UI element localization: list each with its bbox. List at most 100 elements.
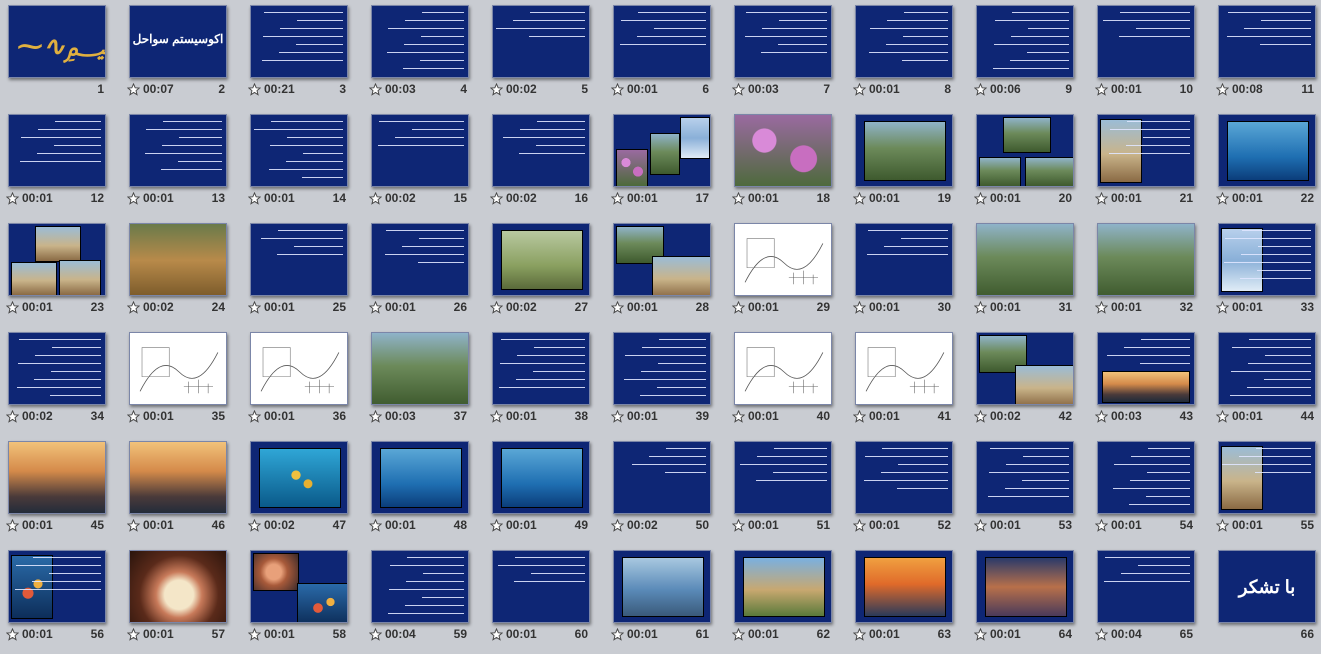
slide-preview[interactable] [1218,114,1316,187]
slide-thumbnail[interactable]: 00:01 46 [121,436,242,545]
slide-preview[interactable] [976,441,1074,514]
transition-star-icon[interactable] [974,301,987,314]
slide-thumbnail[interactable]: 00:01 17 [605,109,726,218]
slide-preview[interactable] [613,114,711,187]
transition-star-icon[interactable] [1095,83,1108,96]
transition-star-icon[interactable] [611,410,624,423]
slide-thumbnail[interactable]: 00:01 20 [968,109,1089,218]
slide-thumbnail[interactable]: 00:01 36 [242,327,363,436]
slide-preview[interactable] [855,332,953,405]
transition-star-icon[interactable] [1095,410,1108,423]
slide-preview[interactable] [734,223,832,296]
slide-thumbnail[interactable]: 00:01 39 [605,327,726,436]
slide-preview[interactable] [250,441,348,514]
transition-star-icon[interactable] [369,192,382,205]
transition-star-icon[interactable] [1216,519,1229,532]
transition-star-icon[interactable] [6,410,19,423]
slide-preview[interactable] [734,550,832,623]
transition-star-icon[interactable] [127,410,140,423]
transition-star-icon[interactable] [6,628,19,641]
slide-thumbnail[interactable]: 00:01 19 [847,109,968,218]
slide-thumbnail[interactable]: 00:01 25 [242,218,363,327]
slide-preview[interactable] [976,5,1074,78]
slide-preview[interactable] [1218,441,1316,514]
slide-preview[interactable] [8,223,106,296]
slide-thumbnail[interactable]: 00:04 59 [363,545,484,654]
slide-thumbnail[interactable]: 00:01 6 [605,0,726,109]
slide-thumbnail[interactable]: 00:01 35 [121,327,242,436]
slide-thumbnail[interactable]: 00:08 11 [1210,0,1321,109]
slide-preview[interactable] [1218,5,1316,78]
slide-thumbnail[interactable]: 00:02 16 [484,109,605,218]
transition-star-icon[interactable] [127,301,140,314]
slide-thumbnail[interactable]: 00:04 65 [1089,545,1210,654]
slide-preview[interactable] [371,5,469,78]
slide-thumbnail[interactable]: 00:02 24 [121,218,242,327]
slide-preview[interactable]: اکوسیستم سواحل [129,5,227,78]
transition-star-icon[interactable] [248,628,261,641]
transition-star-icon[interactable] [127,83,140,96]
transition-star-icon[interactable] [853,301,866,314]
slide-preview[interactable] [976,332,1074,405]
transition-star-icon[interactable] [611,301,624,314]
slide-thumbnail[interactable]: 00:02 50 [605,436,726,545]
slide-preview[interactable] [613,550,711,623]
slide-preview[interactable] [1218,332,1316,405]
transition-star-icon[interactable] [974,192,987,205]
slide-preview[interactable] [371,441,469,514]
slide-preview[interactable] [734,332,832,405]
slide-preview[interactable] [855,550,953,623]
slide-preview[interactable] [734,114,832,187]
transition-star-icon[interactable] [6,519,19,532]
transition-star-icon[interactable] [248,83,261,96]
transition-star-icon[interactable] [1095,192,1108,205]
slide-preview[interactable] [129,223,227,296]
slide-preview[interactable] [371,550,469,623]
slide-preview[interactable] [855,223,953,296]
slide-preview[interactable] [129,441,227,514]
transition-star-icon[interactable] [853,83,866,96]
transition-star-icon[interactable] [974,628,987,641]
slide-preview[interactable] [371,114,469,187]
slide-thumbnail[interactable]: 00:01 55 [1210,436,1321,545]
slide-preview[interactable] [855,5,953,78]
slide-thumbnail[interactable]: 00:01 44 [1210,327,1321,436]
slide-thumbnail[interactable]: 00:01 56 [0,545,121,654]
slide-preview[interactable] [734,5,832,78]
slide-preview[interactable] [492,5,590,78]
transition-star-icon[interactable] [1216,410,1229,423]
transition-star-icon[interactable] [1216,192,1229,205]
transition-star-icon[interactable] [490,301,503,314]
slide-thumbnail[interactable]: 00:01 62 [726,545,847,654]
slide-thumbnail[interactable]: 00:01 38 [484,327,605,436]
slide-preview[interactable] [250,5,348,78]
transition-star-icon[interactable] [1095,628,1108,641]
slide-preview[interactable] [250,114,348,187]
slide-thumbnail[interactable]: 00:02 5 [484,0,605,109]
transition-star-icon[interactable] [732,192,745,205]
transition-star-icon[interactable] [490,519,503,532]
transition-star-icon[interactable] [853,410,866,423]
slide-thumbnail[interactable]: 00:01 18 [726,109,847,218]
slide-thumbnail[interactable]: 00:01 14 [242,109,363,218]
slide-thumbnail[interactable]: 00:02 42 [968,327,1089,436]
slide-preview[interactable] [613,5,711,78]
slide-preview[interactable] [855,114,953,187]
slide-preview[interactable] [1097,114,1195,187]
slide-thumbnail[interactable]: 00:01 32 [1089,218,1210,327]
slide-thumbnail[interactable]: 00:01 45 [0,436,121,545]
slide-thumbnail[interactable]: 00:01 54 [1089,436,1210,545]
transition-star-icon[interactable] [369,628,382,641]
slide-preview[interactable] [492,441,590,514]
transition-star-icon[interactable] [853,192,866,205]
transition-star-icon[interactable] [369,301,382,314]
slide-preview[interactable] [129,114,227,187]
slide-thumbnail[interactable]: اکوسیستم سواحل 00:07 2 [121,0,242,109]
transition-star-icon[interactable] [1095,519,1108,532]
transition-star-icon[interactable] [611,192,624,205]
transition-star-icon[interactable] [611,628,624,641]
slide-thumbnail[interactable]: 00:01 12 [0,109,121,218]
transition-star-icon[interactable] [6,192,19,205]
transition-star-icon[interactable] [732,83,745,96]
slide-preview[interactable] [8,550,106,623]
